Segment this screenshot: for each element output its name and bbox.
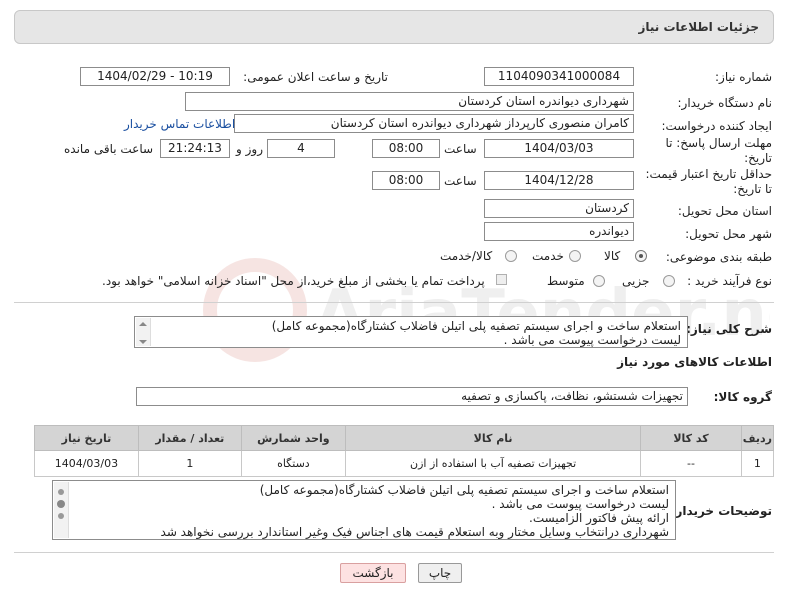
need-number-label: شماره نیاز: [715,70,772,84]
days-remaining-field: 4 [267,139,335,158]
summary-scrollbar[interactable] [136,318,151,346]
announce-label: تاریخ و ساعت اعلان عمومی: [243,70,388,84]
back-button[interactable]: بازگشت [340,563,406,583]
deadline-label-line1: مهلت ارسال پاسخ: تا [665,136,772,150]
validity-time-label: ساعت [444,174,477,188]
category-label: طبقه بندی موضوعی: [665,250,772,264]
category-option-service: خدمت [532,249,564,263]
buyer-notes-textarea[interactable]: استعلام ساخت و اجرای سیستم تصفیه پلی اتی… [52,480,676,540]
table-header-row: ردیف کد کالا نام کالا واحد شمارش تعداد /… [34,425,775,451]
cell-code: -- [640,450,742,477]
scroll-arrows-icon [139,322,147,344]
process-radio-medium[interactable] [593,275,605,287]
need-number-field: 1104090341000084 [484,67,634,86]
remaining-time-field: 21:24:13 [160,139,230,158]
goods-group-field: تجهیزات شستشو، نظافت، پاکسازی و تصفیه [136,387,688,406]
scroll-dots-icon [57,489,65,519]
deadline-label-line2: تاریخ: [744,151,772,165]
category-option-goods: کالا [604,249,621,263]
contact-buyer-link[interactable]: اطلاعات تماس خریدار [124,117,235,131]
deadline-date-field: 1404/03/03 [484,139,634,158]
print-button[interactable]: چاپ [418,563,462,583]
col-unit: واحد شمارش [240,425,347,451]
buyer-notes-scrollbar[interactable] [54,482,69,538]
process-radio-partial[interactable] [663,275,675,287]
treasury-payment-checkbox[interactable] [496,274,507,285]
cell-date: 1404/03/03 [34,450,139,477]
validity-time-field: 08:00 [372,171,440,190]
summary-textarea[interactable]: استعلام ساخت و اجرای سیستم تصفیه پلی اتی… [134,316,688,348]
validity-label-line2: تا تاریخ: [733,182,772,196]
city-field: دیواندره [484,222,634,241]
col-date: تاریخ نیاز [34,425,139,451]
treasury-payment-note: پرداخت تمام یا بخشی از مبلغ خرید،از محل … [102,274,485,288]
validity-label-line1: حداقل تاریخ اعتبار قیمت: [645,167,772,181]
cell-qty: 1 [137,450,242,477]
divider [14,302,774,303]
category-radio-goods-service[interactable] [505,250,517,262]
divider [14,552,774,553]
creator-field: کامران منصوری کارپرداز شهرداری دیواندره … [234,114,634,133]
city-label: شهر محل تحویل: [685,227,772,241]
col-row: ردیف [740,425,775,451]
header-panel: جزئیات اطلاعات نیاز [14,10,774,44]
summary-line: استعلام ساخت و اجرای سیستم تصفیه پلی اتی… [271,319,681,333]
buyer-org-label: نام دستگاه خریدار: [677,96,773,110]
days-label: روز و [236,142,263,156]
summary-line: لیست درخواست پیوست می باشد . [503,333,681,347]
table-row: 1 -- تجهیزات تصفیه آب با استفاده از ازن … [34,450,775,477]
col-code: کد کالا [640,425,742,451]
cell-row: 1 [740,450,775,477]
category-radio-goods[interactable] [635,250,647,262]
province-label: استان محل تحویل: [677,204,772,218]
announce-field: 1404/02/29 - 10:19 [80,67,230,86]
buyer-notes-line: ارائه پیش فاکتور الزامیست. [529,511,669,525]
category-option-goods-service: کالا/خدمت [440,249,493,263]
buyer-org-field: شهرداری دیواندره استان کردستان [185,92,634,111]
remaining-time-label: ساعت باقی مانده [64,142,154,156]
col-name: نام کالا [344,425,642,451]
cell-name: تجهیزات تصفیه آب با استفاده از ازن [344,450,642,477]
province-field: کردستان [484,199,634,218]
goods-table: ردیف کد کالا نام کالا واحد شمارش تعداد /… [34,425,775,477]
buyer-notes-line: استعلام ساخت و اجرای سیستم تصفیه پلی اتی… [259,483,669,497]
process-label: نوع فرآیند خرید : [687,274,772,288]
goods-section-title: اطلاعات کالاهای مورد نیاز [617,355,772,369]
deadline-time-label: ساعت [444,142,477,156]
buyer-notes-line: لیست درخواست پیوست می باشد . [491,497,669,511]
deadline-time-field: 08:00 [372,139,440,158]
page-title: جزئیات اطلاعات نیاز [638,20,759,34]
category-radio-service[interactable] [569,250,581,262]
col-qty: تعداد / مقدار [137,425,242,451]
summary-label: شرح کلی نیاز: [686,322,772,336]
process-option-medium: متوسط [547,274,585,288]
process-option-partial: جزیی [622,274,650,288]
buyer-notes-line: شهرداری درانتخاب وسایل مختار وبه استعلام… [160,525,669,539]
buyer-notes-label: توضیحات خریدار: [670,504,772,518]
watermark-logo: AriaTender.net [203,258,770,362]
goods-group-label: گروه کالا: [713,390,772,404]
creator-label: ایجاد کننده درخواست: [661,119,772,133]
cell-unit: دستگاه [240,450,347,477]
validity-date-field: 1404/12/28 [484,171,634,190]
